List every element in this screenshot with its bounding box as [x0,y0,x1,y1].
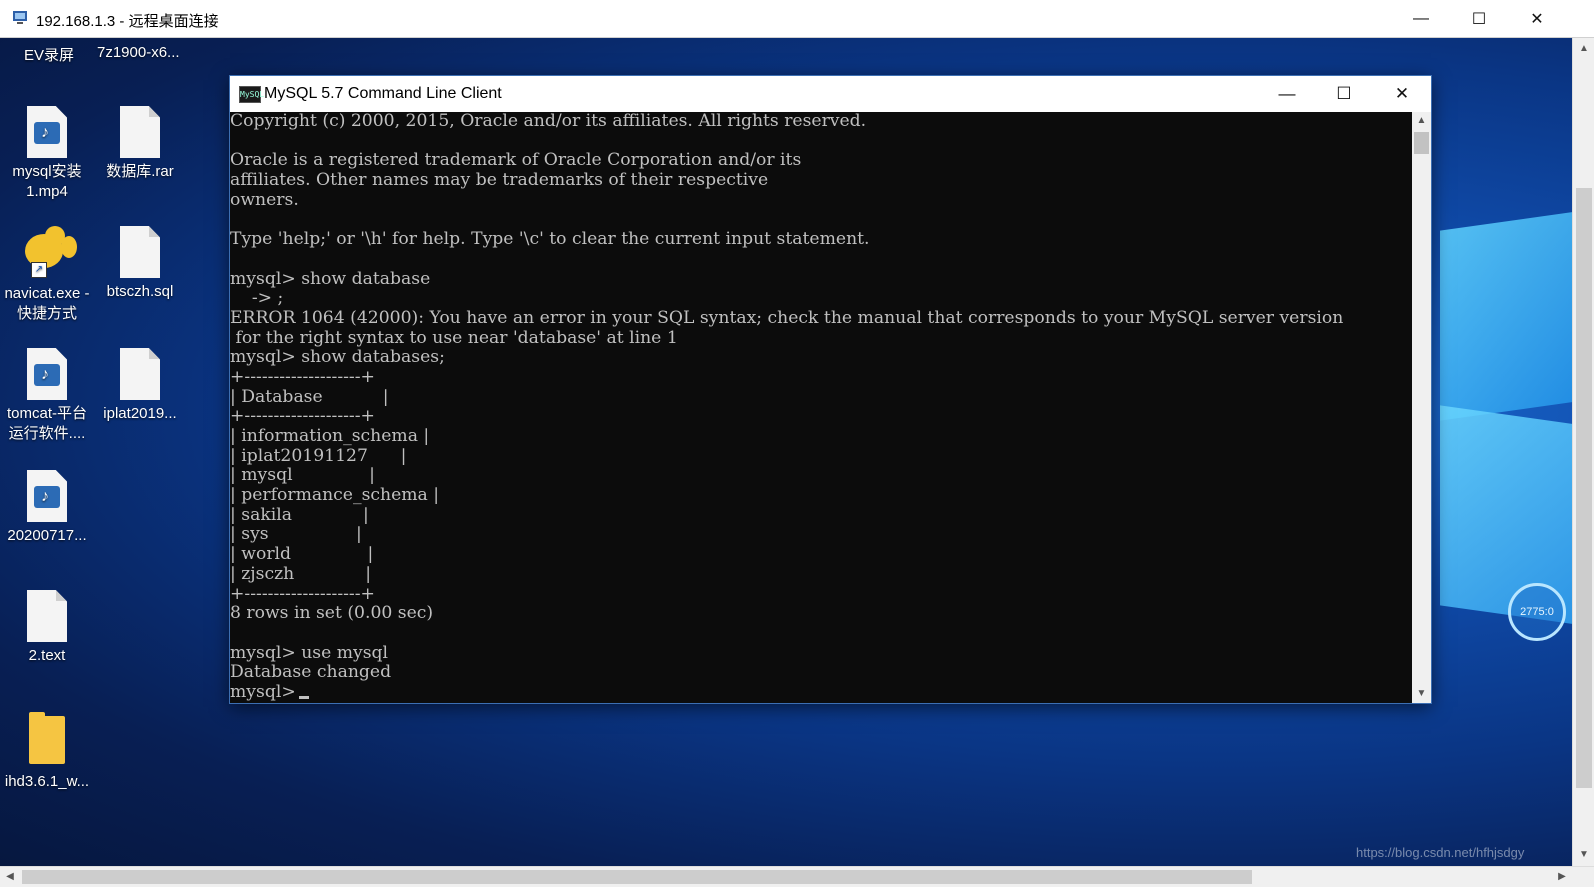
console-scrollbar[interactable]: ▲ ▼ [1412,112,1431,703]
desktop-label-ev[interactable]: EV录屏 [24,44,74,65]
console-line: +--------------------+ [230,366,375,387]
desktop-icon-label: mysql安装 1.mp4 [12,163,82,200]
scroll-thumb[interactable] [1576,188,1592,788]
console-line: | information_schema | [230,426,430,446]
desktop-icon-label: navicat.exe - 快捷方式 [4,285,90,322]
console-line: +--------------------+ [230,583,375,604]
desktop-icon-mysql-video[interactable]: mysql安装 1.mp4 [0,106,94,202]
mysql-minimize-button[interactable]: — [1258,76,1316,112]
navicat-icon: ↗ [17,226,77,280]
scroll-up-icon[interactable]: ▲ [1412,112,1431,130]
console-line: | sakila | [230,504,369,525]
remote-vertical-scrollbar[interactable]: ▲ ▼ [1572,38,1594,866]
folder-icon [29,712,65,764]
console-line: mysql> use mysql [230,642,389,663]
console-line: affiliates. Other names may be trademark… [230,170,769,191]
desktop-icon-ihd-folder[interactable]: ihd3.6.1_w... [0,712,94,792]
mysql-console-icon: MySQL [239,86,264,103]
console-line: | zjsczh | [230,563,372,584]
console-line: Oracle is a registered trademark of Orac… [230,150,802,171]
desktop-icon-label: 2.text [28,647,66,664]
mysql-maximize-button[interactable]: ☐ [1315,76,1373,112]
remote-desktop-title: 192.168.1.3 - 远程桌面连接 [36,13,219,30]
console-line: mysql> show database [230,268,431,289]
scroll-thumb[interactable] [22,870,1252,884]
console-line: | performance_schema | [230,485,440,506]
console-line: Database changed [230,662,392,683]
desktop-icon-label: 20200717... [7,527,87,544]
scroll-right-icon[interactable]: ▶ [1552,867,1572,887]
console-line: | world | [230,544,374,565]
scroll-left-icon[interactable]: ◀ [0,867,20,887]
text-cursor [298,695,309,699]
desktop-icon-label: btsczh.sql [106,283,174,300]
desktop-icon-label: 数据库.rar [106,163,174,180]
remote-desktop-titlebar: 192.168.1.3 - 远程桌面连接 — ☐ ✕ [0,0,1594,38]
remote-horizontal-scrollbar[interactable]: ◀ ▶ [0,866,1594,887]
minimize-button[interactable]: — [1392,0,1450,38]
video-file-icon [27,106,67,158]
mysql-window-titlebar[interactable]: MySQL MySQL 5.7 Command Line Client — ☐ … [230,76,1431,112]
mysql-close-button[interactable]: ✕ [1373,76,1431,112]
desktop-icon-tomcat-video[interactable]: tomcat-平台 运行软件.... [0,348,94,444]
mysql-window-title: MySQL 5.7 Command Line Client [264,85,502,102]
console-prompt-line[interactable]: mysql> [230,681,1412,703]
scroll-up-icon[interactable]: ▲ [1573,40,1594,58]
console-line: ERROR 1064 (42000): You have an error in… [230,307,1344,328]
file-icon [27,590,67,642]
maximize-button[interactable]: ☐ [1450,0,1508,38]
console-line: -> ; [230,288,284,309]
console-line: mysql> show databases; [230,347,445,368]
desktop-icon-rar[interactable]: 数据库.rar [93,106,187,182]
close-button[interactable]: ✕ [1508,0,1566,38]
console-line: | iplat20191127 | [230,445,407,466]
console-prompt: mysql> [230,681,296,702]
desktop-icon-20200717[interactable]: 20200717... [0,470,94,546]
windows-logo-pane-top [1440,205,1572,421]
desktop-label-7z[interactable]: 7z1900-x6... [97,44,180,61]
desktop-icon-label: tomcat-平台 运行软件.... [6,405,87,442]
desktop-icon-iplat[interactable]: iplat2019... [93,348,187,424]
console-line: Type 'help;' or '\h' for help. Type '\c'… [230,229,870,250]
desktop-icon-sql[interactable]: btsczh.sql [93,226,187,302]
console-line: | mysql | [230,465,375,486]
file-icon [120,106,160,158]
console-line: | sys | [230,524,362,545]
video-file-icon [27,470,67,522]
video-file-icon [27,348,67,400]
console-output[interactable]: Copyright (c) 2000, 2015, Oracle and/or … [230,112,1412,703]
console-line: 8 rows in set (0.00 sec) [230,603,434,624]
scroll-thumb[interactable] [1414,132,1429,154]
scroll-down-icon[interactable]: ▼ [1573,846,1594,864]
desktop-icon-navicat[interactable]: ↗ navicat.exe - 快捷方式 [0,226,94,324]
file-icon [120,348,160,400]
console-line: | Database | [230,386,389,407]
console-line: for the right syntax to use near 'databa… [230,327,678,348]
remote-desktop-icon [13,11,27,24]
console-line: Copyright (c) 2000, 2015, Oracle and/or … [230,112,867,131]
desktop-icon-label: iplat2019... [103,405,177,422]
floating-widget[interactable]: 2775:0 [1508,583,1566,641]
console-line: owners. [230,189,299,210]
scroll-down-icon[interactable]: ▼ [1412,685,1431,703]
file-icon [120,226,160,278]
watermark: https://blog.csdn.net/hfhjsdgy [1356,845,1525,860]
desktop-icon-label: ihd3.6.1_w... [4,773,90,790]
console-line: +--------------------+ [230,406,375,427]
desktop-icon-2text[interactable]: 2.text [0,590,94,666]
mysql-client-window[interactable]: MySQL MySQL 5.7 Command Line Client — ☐ … [230,76,1431,703]
